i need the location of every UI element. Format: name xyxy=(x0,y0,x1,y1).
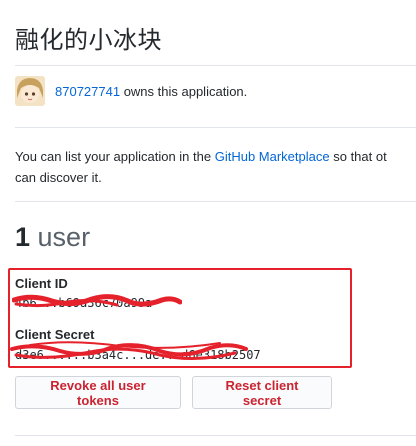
marketplace-text-line2: can discover it. xyxy=(15,170,102,185)
marketplace-link[interactable]: GitHub Marketplace xyxy=(215,149,330,164)
owner-row: 870727741 owns this application. xyxy=(15,76,247,106)
users-count-number: 1 xyxy=(15,222,31,252)
marketplace-info: You can list your application in the Git… xyxy=(15,146,416,188)
owner-avatar[interactable] xyxy=(15,76,45,106)
owner-username-link[interactable]: 870727741 xyxy=(55,84,120,99)
header-divider xyxy=(15,65,416,66)
owner-statement: 870727741 owns this application. xyxy=(55,84,247,99)
reset-client-secret-button[interactable]: Reset client secret xyxy=(192,376,332,409)
page-title: 融化的小冰块 xyxy=(15,26,162,54)
owner-divider xyxy=(15,127,416,128)
marketplace-text-before: You can list your application in the xyxy=(15,149,215,164)
owner-suffix: owns this application. xyxy=(120,83,248,99)
revoke-all-user-tokens-button[interactable]: Revoke all user tokens xyxy=(15,376,181,409)
marketplace-text-after: so that ot xyxy=(329,149,387,164)
client-secret-redaction-scribble xyxy=(10,341,248,361)
marketplace-divider xyxy=(15,201,416,202)
footer-divider xyxy=(15,435,416,436)
client-id-redaction-scribble xyxy=(12,294,182,308)
users-count: 1 user xyxy=(15,222,90,253)
client-id-label: Client ID xyxy=(15,276,68,291)
users-count-label: user xyxy=(30,222,91,252)
